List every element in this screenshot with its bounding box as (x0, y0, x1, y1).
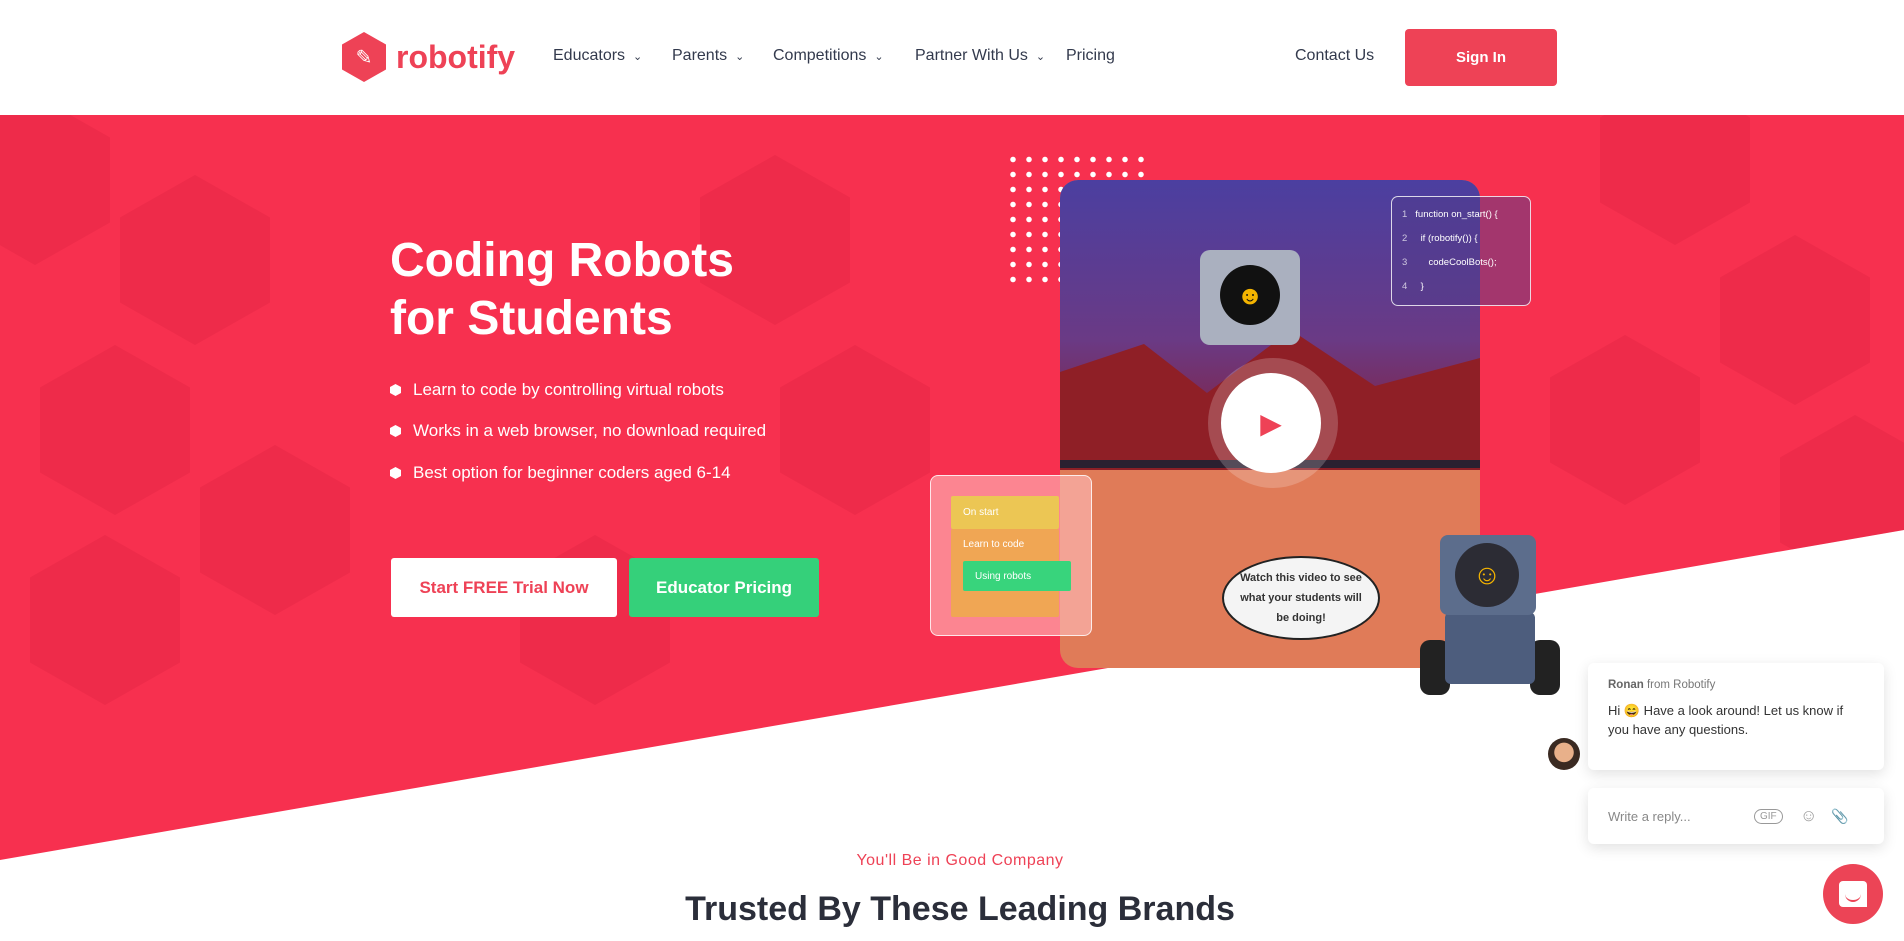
chevron-down-icon: ⌄ (633, 51, 643, 63)
emoji-icon[interactable]: ☺ (1800, 806, 1817, 826)
robot-body (1445, 612, 1535, 684)
attachment-icon[interactable]: 📎 (1831, 808, 1848, 825)
hero-title: Coding Robots for Students (390, 234, 734, 345)
agent-avatar (1548, 738, 1580, 770)
speech-bubble: Watch this video to see what your studen… (1222, 556, 1380, 640)
play-icon: ▶ (1260, 407, 1282, 439)
nav-contact[interactable]: Contact Us (1295, 47, 1374, 65)
start-trial-button[interactable]: Start FREE Trial Now (391, 558, 617, 617)
logo[interactable]: ✎ robotify (342, 32, 515, 82)
sign-in-button[interactable]: Sign In (1405, 29, 1557, 86)
logo-text: robotify (396, 38, 516, 75)
section-title: Trusted By These Leading Brands (685, 890, 1235, 928)
nav-parents[interactable]: Parents ⌄ (672, 47, 744, 65)
section-subtitle: You'll Be in Good Company (856, 852, 1064, 869)
block-on-start: On start (951, 496, 1059, 529)
feature-bullet: Learn to code by controlling virtual rob… (390, 380, 724, 400)
robot-arm-icon: ✎ (342, 32, 386, 82)
chevron-down-icon: ⌄ (874, 51, 884, 63)
nav-pricing[interactable]: Pricing (1066, 47, 1115, 65)
robot-mascot: ☺ (1440, 535, 1536, 615)
robot-image: ☻ (1200, 250, 1300, 345)
play-button[interactable]: ▶ (1221, 373, 1321, 473)
hexagon-bullet-icon (390, 467, 401, 479)
gif-icon[interactable]: GIF (1754, 808, 1783, 824)
educator-pricing-button[interactable]: Educator Pricing (629, 558, 819, 617)
nav-partner[interactable]: Partner With Us ⌄ (915, 47, 1045, 65)
hexagon-bullet-icon (390, 425, 401, 437)
top-nav: ✎ robotify Educators ⌄ Parents ⌄ Competiti… (0, 0, 1904, 115)
hexagon-bullet-icon (390, 384, 401, 396)
nav-educators[interactable]: Educators ⌄ (553, 47, 642, 65)
chevron-down-icon: ⌄ (1035, 51, 1046, 63)
chat-message[interactable]: Ronan from Robotify Hi 😄 Have a look aro… (1588, 663, 1884, 770)
feature-bullet: Best option for beginner coders aged 6-1… (390, 463, 731, 483)
chat-reply-input[interactable]: Write a reply... GIF ☺ 📎 (1588, 788, 1884, 844)
nav-competitions[interactable]: Competitions ⌄ (773, 47, 884, 65)
block-using-robots: Using robots (963, 561, 1071, 591)
code-snippet: 1 function on_start() { 2 if (robotify())… (1391, 196, 1531, 306)
code-blocks-card: On start Learn to code Using robots (930, 475, 1092, 636)
chevron-down-icon: ⌄ (735, 51, 745, 63)
feature-bullet: Works in a web browser, no download requ… (390, 421, 766, 441)
